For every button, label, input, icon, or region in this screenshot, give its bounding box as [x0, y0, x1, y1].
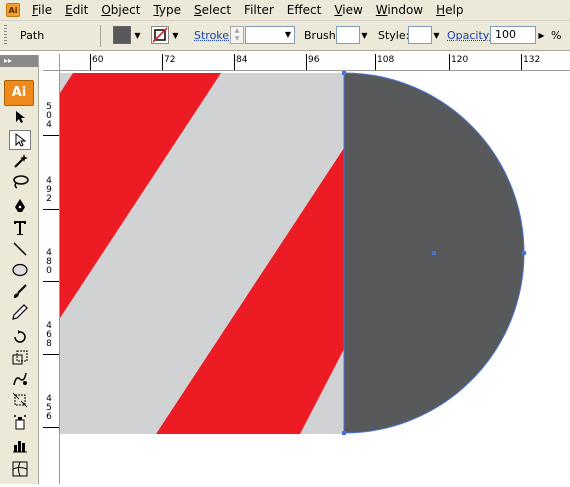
- ruler-origin-corner[interactable]: [43, 54, 60, 71]
- menu-effect[interactable]: Effect: [281, 0, 329, 20]
- opacity-dropdown-arrow[interactable]: ▶: [537, 26, 546, 44]
- type-tool[interactable]: [9, 218, 31, 238]
- horizontal-ruler[interactable]: 60 72 84 96 108 120 132: [43, 54, 570, 71]
- anchor-point-top[interactable]: [342, 71, 346, 75]
- stroke-weight-dropdown-icon[interactable]: ▼: [285, 27, 291, 43]
- menu-view[interactable]: View: [328, 0, 369, 20]
- ellipse-icon: [12, 263, 28, 277]
- h-ruler-label: 120: [451, 55, 469, 65]
- v-ruler-label: 456: [46, 394, 52, 422]
- pen-tool[interactable]: [9, 196, 31, 216]
- stepper-down-icon: ▼: [234, 35, 240, 42]
- menu-object[interactable]: Object: [95, 0, 147, 20]
- opacity-field[interactable]: 100: [490, 26, 536, 44]
- warp-icon: [13, 372, 27, 386]
- artboard-canvas[interactable]: [60, 71, 570, 484]
- menu-help[interactable]: Help: [430, 0, 470, 20]
- style-label: Style:: [378, 29, 410, 42]
- stroke-swatch[interactable]: [151, 26, 169, 44]
- fill-dropdown-arrow[interactable]: ▼: [133, 26, 142, 44]
- stroke-weight-stepper[interactable]: ▲ ▼: [230, 26, 244, 44]
- direct-selection-tool[interactable]: [9, 130, 31, 150]
- free-transform-icon: [12, 392, 28, 408]
- column-graph-tool[interactable]: [9, 435, 31, 455]
- menu-bar: Ai File Edit Object Type Select Filter E…: [0, 0, 570, 21]
- warp-tool[interactable]: [9, 369, 31, 389]
- scale-tool[interactable]: [9, 348, 31, 368]
- paintbrush-tool[interactable]: [9, 281, 31, 301]
- v-ruler-label: 504: [46, 102, 52, 130]
- symbol-sprayer-icon: [14, 415, 26, 430]
- center-point[interactable]: [432, 251, 436, 255]
- illustrator-logo[interactable]: Ai: [4, 80, 34, 106]
- pencil-icon: [12, 304, 28, 320]
- control-bar: Path ▼ ▼ Stroke: ▲ ▼ ▼ Brush: ▼ Style: ▼…: [0, 21, 570, 51]
- brush-dropdown-arrow[interactable]: ▼: [360, 26, 369, 44]
- stepper-up-icon: ▲: [234, 27, 240, 34]
- menu-edit[interactable]: Edit: [59, 0, 95, 20]
- divider: [100, 25, 101, 47]
- column-graph-icon: [13, 441, 27, 453]
- no-stroke-icon: [152, 27, 168, 43]
- menu-select[interactable]: Select: [188, 0, 238, 20]
- v-ruler-label: 468: [46, 321, 52, 349]
- anchor-point-right[interactable]: [522, 251, 526, 255]
- paintbrush-icon: [13, 284, 27, 298]
- opacity-unit: %: [551, 29, 562, 42]
- illustrator-app-icon[interactable]: Ai: [6, 3, 20, 17]
- line-segment-icon: [13, 242, 27, 256]
- lasso-icon: [13, 175, 29, 189]
- free-transform-tool[interactable]: [9, 390, 31, 410]
- h-ruler-label: 60: [92, 55, 104, 65]
- line-segment-tool[interactable]: [9, 239, 31, 259]
- fill-swatch[interactable]: [113, 26, 131, 44]
- lasso-tool[interactable]: [9, 172, 31, 192]
- anchor-point-bottom[interactable]: [342, 431, 346, 435]
- magic-wand-tool[interactable]: [9, 151, 31, 171]
- opacity-link[interactable]: Opacity:: [447, 21, 492, 50]
- style-swatch[interactable]: [408, 26, 432, 44]
- style-dropdown-arrow[interactable]: ▼: [432, 26, 441, 44]
- stroke-dropdown-arrow[interactable]: ▼: [171, 26, 180, 44]
- h-ruler-label: 96: [308, 55, 320, 65]
- menu-window[interactable]: Window: [370, 0, 430, 20]
- menu-filter[interactable]: Filter: [238, 0, 281, 20]
- h-ruler-label: 72: [164, 55, 176, 65]
- v-ruler-label: 492: [46, 176, 52, 204]
- brush-swatch[interactable]: [336, 26, 360, 44]
- tools-panel-header[interactable]: ▸▸: [0, 55, 38, 67]
- h-ruler-label: 132: [523, 55, 541, 65]
- direct-selection-icon: [15, 133, 26, 147]
- brush-label: Brush:: [304, 29, 340, 42]
- vertical-ruler[interactable]: 504 492 480 468 456: [43, 70, 60, 484]
- selection-type-label: Path: [20, 29, 45, 42]
- menu-file[interactable]: File: [26, 0, 59, 20]
- stroke-link[interactable]: Stroke:: [194, 21, 233, 50]
- pencil-tool[interactable]: [9, 302, 31, 322]
- v-ruler-label: 480: [46, 248, 52, 276]
- menu-type[interactable]: Type: [147, 0, 188, 20]
- scale-icon: [12, 350, 28, 365]
- mesh-icon: [12, 461, 28, 477]
- type-icon: [14, 221, 26, 235]
- control-bar-grip[interactable]: [4, 25, 7, 46]
- symbol-sprayer-tool[interactable]: [9, 412, 31, 432]
- stroke-weight-field[interactable]: ▼: [245, 26, 295, 44]
- pen-icon: [15, 199, 25, 212]
- ellipse-tool[interactable]: [9, 260, 31, 280]
- h-ruler-label: 84: [236, 55, 248, 65]
- tools-panel: ▸▸ Ai: [0, 55, 39, 484]
- selection-arrow-icon: [16, 111, 25, 123]
- h-ruler-label: 108: [377, 55, 395, 65]
- selection-tool[interactable]: [9, 107, 31, 127]
- rotate-tool[interactable]: [9, 327, 31, 347]
- artwork[interactable]: [60, 71, 570, 484]
- mesh-tool[interactable]: [9, 459, 31, 479]
- magic-wand-icon: [14, 154, 28, 168]
- rotate-icon: [14, 330, 26, 343]
